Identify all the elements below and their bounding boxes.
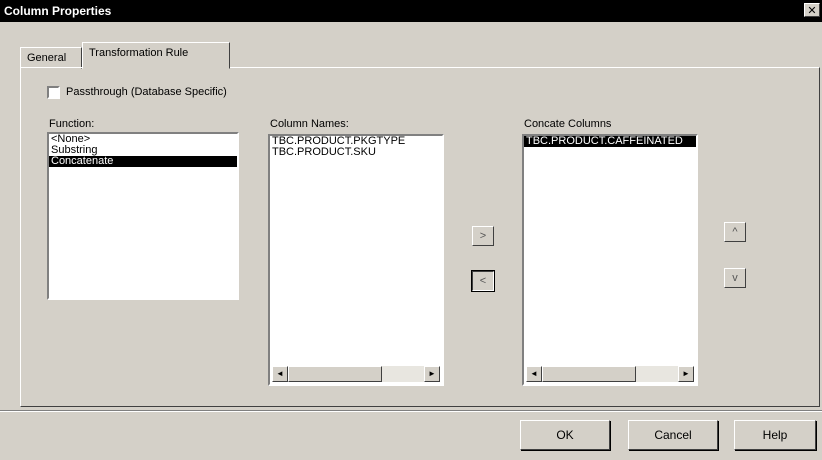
footer-divider [0,410,822,412]
column-name-item-pkgtype[interactable]: TBC.PRODUCT.PKGTYPE [270,136,442,147]
concate-columns-label: Concate Columns [524,118,612,130]
ok-button[interactable]: OK [520,420,610,450]
scroll-left-arrow-icon[interactable]: ◄ [272,366,288,382]
tab-general-label: General [27,52,67,64]
column-names-listbox[interactable]: TBC.PRODUCT.PKGTYPE TBC.PRODUCT.SKU ◄ ► [268,134,444,386]
scroll-left-arrow-icon[interactable]: ◄ [526,366,542,382]
scroll-thumb[interactable] [542,366,636,382]
scroll-right-arrow-icon[interactable]: ► [678,366,694,382]
window-title: Column Properties [4,4,112,18]
function-item-substring[interactable]: Substring [49,145,237,156]
function-item-none[interactable]: <None> [49,134,237,145]
move-down-button[interactable]: v [724,268,746,288]
column-name-item-sku[interactable]: TBC.PRODUCT.SKU [270,147,442,158]
close-button[interactable]: ✕ [804,3,820,17]
scroll-thumb[interactable] [288,366,382,382]
cancel-button[interactable]: Cancel [628,420,718,450]
tab-transformation-rule[interactable]: Transformation Rule [82,42,230,69]
function-listbox[interactable]: <None> Substring Concatenate [47,132,239,300]
passthrough-checkbox[interactable] [47,86,60,99]
add-column-button[interactable]: > [472,226,494,246]
scroll-right-arrow-icon[interactable]: ► [424,366,440,382]
function-label: Function: [49,118,95,130]
concate-columns-listbox[interactable]: TBC.PRODUCT.CAFFEINATED ◄ ► [522,134,698,386]
help-button[interactable]: Help [734,420,816,450]
concate-columns-hscrollbar[interactable]: ◄ ► [526,366,694,382]
concate-column-item-caffeinated[interactable]: TBC.PRODUCT.CAFFEINATED [524,136,696,147]
function-item-concatenate[interactable]: Concatenate [49,156,237,167]
passthrough-label: Passthrough (Database Specific) [66,86,227,98]
title-bar: Column Properties ✕ [0,0,822,22]
column-names-label: Column Names: [270,118,349,130]
column-names-hscrollbar[interactable]: ◄ ► [272,366,440,382]
tab-transformation-rule-label: Transformation Rule [89,47,189,59]
tab-general[interactable]: General [20,47,82,69]
remove-column-button[interactable]: < [471,270,495,292]
move-up-button[interactable]: ^ [724,222,746,242]
